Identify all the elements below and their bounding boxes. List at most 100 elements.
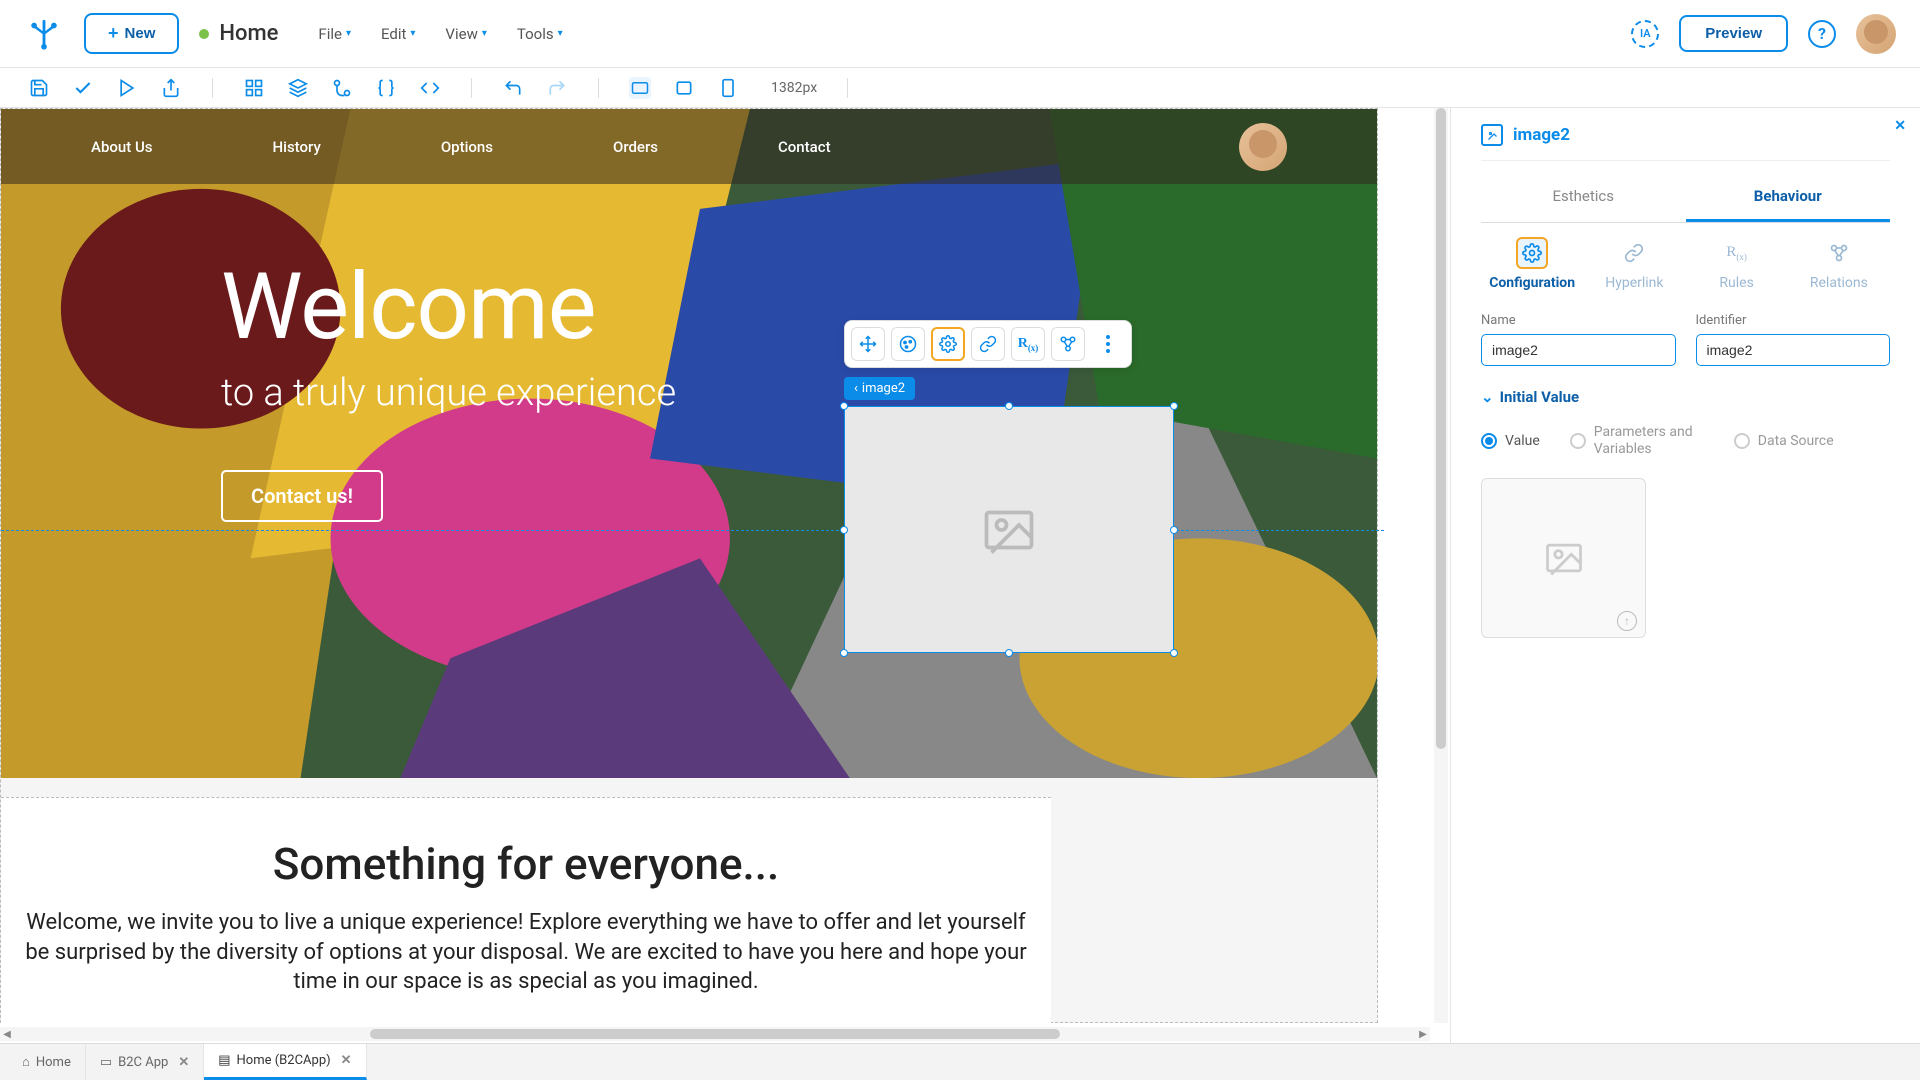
relations-tool-icon[interactable]	[1051, 327, 1085, 361]
subtab-relations[interactable]: Relations	[1788, 237, 1890, 291]
scrollbar-thumb[interactable]	[1436, 108, 1446, 749]
horizontal-scrollbar[interactable]: ◀ ▶	[0, 1027, 1430, 1041]
panel-element-name: image2	[1513, 125, 1570, 145]
image-value-placeholder[interactable]: ↑	[1481, 478, 1646, 638]
layers-icon[interactable]	[287, 77, 309, 99]
resize-handle[interactable]	[1170, 649, 1178, 657]
move-tool-icon[interactable]	[851, 327, 885, 361]
undo-icon[interactable]	[502, 77, 524, 99]
subtab-rules[interactable]: R(x) Rules	[1686, 237, 1788, 291]
site-user-avatar[interactable]	[1239, 123, 1287, 171]
resize-handle[interactable]	[840, 649, 848, 657]
subtab-hyperlink[interactable]: Hyperlink	[1583, 237, 1685, 291]
close-tab-icon[interactable]: ✕	[341, 1053, 352, 1068]
more-tool-icon[interactable]	[1091, 327, 1125, 361]
check-icon[interactable]	[72, 77, 94, 99]
nav-contact[interactable]: Contact	[778, 138, 831, 156]
image-type-icon	[1481, 124, 1503, 146]
components-icon[interactable]	[243, 77, 265, 99]
radio-icon	[1481, 433, 1497, 449]
link-icon	[1618, 237, 1650, 269]
radio-icon	[1570, 433, 1586, 449]
rules-icon: R(x)	[1721, 237, 1753, 269]
new-button-label: New	[125, 25, 156, 42]
content-title: Something for everyone...	[21, 838, 1031, 890]
desktop-view-icon[interactable]	[629, 77, 651, 99]
bottom-tab-home[interactable]: ⌂ Home	[8, 1044, 86, 1080]
resize-handle[interactable]	[1005, 402, 1013, 410]
tab-esthetics[interactable]: Esthetics	[1481, 177, 1686, 222]
page-title: Home	[219, 21, 278, 46]
menu-tools[interactable]: Tools▾	[517, 25, 563, 43]
ia-badge-icon[interactable]: IA	[1631, 20, 1659, 48]
initial-value-section[interactable]: ⌄ Initial Value	[1481, 388, 1890, 406]
export-icon[interactable]	[160, 77, 182, 99]
bottom-tab-home-app[interactable]: ▤ Home (B2CApp) ✕	[204, 1044, 366, 1080]
close-tab-icon[interactable]: ✕	[178, 1055, 189, 1070]
nav-history[interactable]: History	[273, 138, 321, 156]
chevron-left-icon: ‹	[854, 381, 858, 396]
new-button[interactable]: + New	[84, 13, 179, 54]
resize-handle[interactable]	[840, 402, 848, 410]
chevron-down-icon: ⌄	[1481, 388, 1494, 406]
content-section: Something for everyone... Welcome, we in…	[1, 797, 1051, 1023]
resize-handle[interactable]	[1170, 402, 1178, 410]
name-input[interactable]	[1481, 334, 1676, 366]
viewport-size-label: 1382px	[771, 80, 817, 96]
vertical-scrollbar[interactable]	[1434, 108, 1448, 1023]
save-icon[interactable]	[28, 77, 50, 99]
selection-breadcrumb[interactable]: ‹ image2	[844, 377, 915, 400]
relations-icon	[1823, 237, 1855, 269]
mobile-view-icon[interactable]	[717, 77, 739, 99]
plus-icon: +	[108, 23, 119, 44]
radio-parameters[interactable]: Parameters and Variables	[1570, 424, 1704, 458]
link-tool-icon[interactable]	[971, 327, 1005, 361]
radio-value[interactable]: Value	[1481, 433, 1540, 449]
nav-options[interactable]: Options	[441, 138, 493, 156]
bottom-tab-b2c-app[interactable]: ▭ B2C App ✕	[86, 1044, 204, 1080]
site-nav: About Us History Options Orders Contact	[1, 109, 1377, 184]
menu-file[interactable]: File▾	[318, 25, 351, 43]
properties-panel: ✕ image2 Esthetics Behaviour Configurati…	[1450, 108, 1920, 1043]
preview-button[interactable]: Preview	[1679, 15, 1788, 52]
braces-icon[interactable]	[375, 77, 397, 99]
design-canvas[interactable]: About Us History Options Orders Contact …	[0, 108, 1378, 1023]
app-logo-icon[interactable]	[24, 14, 64, 54]
nav-about[interactable]: About Us	[91, 138, 153, 156]
tab-behaviour[interactable]: Behaviour	[1686, 177, 1891, 222]
resize-handle[interactable]	[1170, 526, 1178, 534]
menu-view[interactable]: View▾	[445, 25, 486, 43]
breadcrumb: Home	[199, 21, 278, 46]
radio-icon	[1734, 433, 1750, 449]
user-avatar[interactable]	[1856, 14, 1896, 54]
chevron-down-icon: ▾	[558, 28, 563, 39]
flow-icon[interactable]	[331, 77, 353, 99]
chevron-down-icon: ▾	[410, 28, 415, 39]
help-icon[interactable]: ?	[1808, 20, 1836, 48]
selected-element-image2[interactable]	[844, 406, 1174, 653]
configure-tool-icon[interactable]	[931, 327, 965, 361]
tablet-view-icon[interactable]	[673, 77, 695, 99]
radio-datasource[interactable]: Data Source	[1734, 433, 1834, 449]
rules-tool-icon[interactable]: R(x)	[1011, 327, 1045, 361]
page-icon: ▤	[218, 1053, 230, 1068]
resize-handle[interactable]	[1005, 649, 1013, 657]
code-icon[interactable]	[419, 77, 441, 99]
image-placeholder-icon	[1542, 536, 1586, 580]
subtab-configuration[interactable]: Configuration	[1481, 237, 1583, 291]
menu-edit[interactable]: Edit▾	[381, 25, 415, 43]
resize-handle[interactable]	[840, 526, 848, 534]
identifier-field-label: Identifier	[1696, 313, 1891, 328]
scroll-right-icon[interactable]: ▶	[1416, 1027, 1430, 1041]
scroll-left-icon[interactable]: ◀	[0, 1027, 14, 1041]
identifier-input[interactable]	[1696, 334, 1891, 366]
hero-cta-button[interactable]: Contact us!	[221, 470, 383, 522]
palette-tool-icon[interactable]	[891, 327, 925, 361]
play-icon[interactable]	[116, 77, 138, 99]
scrollbar-thumb[interactable]	[370, 1029, 1060, 1039]
nav-orders[interactable]: Orders	[613, 138, 658, 156]
close-panel-icon[interactable]: ✕	[1894, 118, 1906, 134]
redo-icon[interactable]	[546, 77, 568, 99]
upload-icon[interactable]: ↑	[1617, 611, 1637, 631]
home-icon: ⌂	[22, 1054, 30, 1070]
